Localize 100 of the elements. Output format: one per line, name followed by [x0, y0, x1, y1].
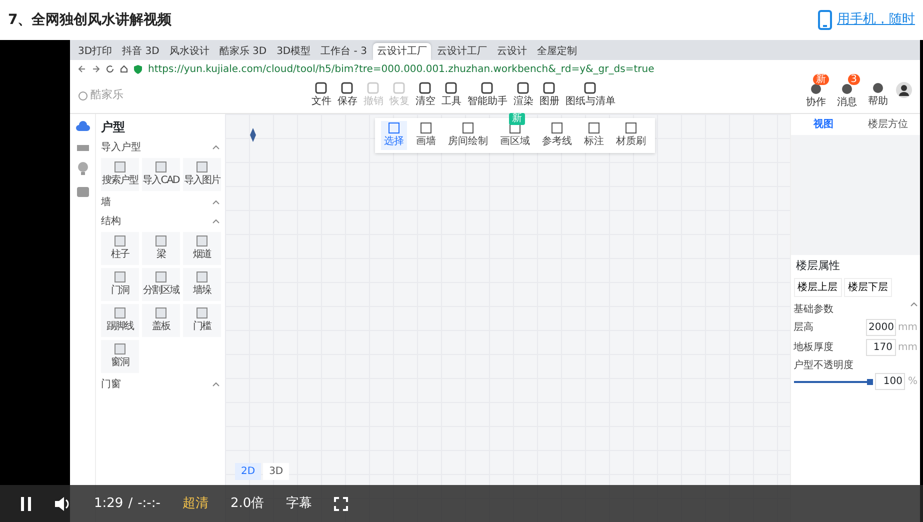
- tool-icon: [445, 82, 458, 94]
- quality-button[interactable]: 超清: [182, 494, 208, 514]
- browser-tab[interactable]: 云设计工厂: [432, 43, 491, 60]
- toolbar-button[interactable]: 图册: [536, 82, 562, 109]
- reload-icon[interactable]: [106, 65, 114, 73]
- home-icon[interactable]: [120, 65, 128, 73]
- mode-tool[interactable]: 新 画区域: [497, 113, 533, 150]
- mode-tool[interactable]: 参考线: [539, 121, 575, 150]
- view-toggle[interactable]: 3D: [263, 463, 290, 480]
- cloud-icon[interactable]: [74, 120, 90, 132]
- browser-tab[interactable]: 云设计: [492, 43, 531, 60]
- forward-icon[interactable]: [92, 65, 100, 73]
- item-icon: [114, 307, 126, 319]
- item-icon: [155, 235, 167, 247]
- browser-tab[interactable]: 全屋定制: [532, 43, 581, 60]
- catalog-item[interactable]: 墙垛: [183, 268, 221, 301]
- mode-tool[interactable]: 画墙: [413, 121, 439, 150]
- catalog-item[interactable]: 窗洞: [101, 340, 139, 373]
- video-title: 7、全网独创风水讲解视频: [8, 10, 172, 30]
- unit-label: mm: [898, 340, 918, 354]
- fullscreen-icon[interactable]: [334, 496, 348, 510]
- avatar-icon[interactable]: [896, 82, 912, 98]
- toolbar-button[interactable]: 图纸与清单: [562, 82, 618, 109]
- account-button[interactable]: 3 消息: [834, 74, 860, 110]
- tool-icon: [872, 82, 884, 94]
- field-label: 户型不透明度: [792, 358, 854, 373]
- tool-icon: [315, 82, 328, 94]
- phone-icon: [818, 10, 832, 30]
- tool-icon: [341, 82, 354, 94]
- chevron-icon[interactable]: [212, 145, 220, 150]
- chevron-icon[interactable]: [212, 219, 220, 224]
- toolbar-button[interactable]: 工具: [438, 82, 464, 109]
- mode-tool[interactable]: 标注: [581, 121, 607, 150]
- mode-tool[interactable]: 房间绘制: [445, 121, 491, 150]
- mode-tool[interactable]: 选择: [381, 121, 407, 150]
- toolbar-button[interactable]: 渲染: [510, 82, 536, 109]
- browser-tab[interactable]: 抖音 3D: [118, 43, 164, 60]
- catalog-item[interactable]: 踢脚线: [101, 304, 139, 337]
- browser-tab[interactable]: 酷家乐 3D: [215, 43, 271, 60]
- mobile-link[interactable]: 用手机，随时: [837, 10, 915, 30]
- badge: 新: [509, 113, 525, 125]
- chevron-icon[interactable]: [212, 382, 220, 387]
- catalog-item[interactable]: 搜索户型: [101, 158, 139, 191]
- catalog-item[interactable]: 导入图片: [183, 158, 221, 191]
- item-icon: [155, 307, 167, 319]
- item-icon: [114, 235, 126, 247]
- view-toggle[interactable]: 2D: [235, 463, 262, 480]
- catalog-item[interactable]: 柱子: [101, 232, 139, 265]
- catalog-item[interactable]: 门槛: [183, 304, 221, 337]
- catalog-item[interactable]: 导入CAD: [142, 158, 180, 191]
- slider-fill[interactable]: [794, 378, 873, 384]
- chevron-icon[interactable]: [910, 302, 918, 306]
- tool-icon: [509, 122, 521, 134]
- browser-tab[interactable]: 工作台 - 3: [316, 43, 371, 60]
- time-separator: /: [128, 494, 133, 513]
- back-icon[interactable]: [78, 65, 86, 73]
- unit-label: %: [908, 375, 918, 389]
- tool-icon: [420, 122, 432, 134]
- section-title: 门窗: [101, 378, 121, 392]
- bulb-icon[interactable]: [76, 162, 88, 176]
- panel-tab[interactable]: 楼层方位: [856, 114, 920, 135]
- speed-button[interactable]: 2.0倍: [230, 494, 264, 514]
- account-button[interactable]: 帮助: [865, 82, 891, 110]
- tool-icon: [551, 122, 563, 134]
- chevron-icon[interactable]: [212, 200, 220, 205]
- catalog-item[interactable]: 梁: [142, 232, 180, 265]
- catalog-item[interactable]: 分割区域: [142, 268, 180, 301]
- item-icon: [196, 161, 208, 173]
- tool-icon: [393, 82, 406, 94]
- browser-tab[interactable]: 3D打印: [74, 43, 116, 60]
- number-field[interactable]: 2000: [866, 319, 896, 336]
- browser-tab[interactable]: 风水设计: [165, 43, 214, 60]
- tool-icon: [588, 122, 600, 134]
- number-field[interactable]: 170: [866, 338, 896, 356]
- floor-button[interactable]: 楼层上层: [794, 278, 842, 296]
- unit-label: mm: [898, 321, 918, 335]
- item-icon: [155, 161, 167, 173]
- browser-tab[interactable]: 云设计工厂: [372, 43, 431, 60]
- field-label: 层高: [794, 320, 814, 335]
- catalog-item[interactable]: 盖板: [142, 304, 180, 337]
- mode-tool[interactable]: 材质刷: [613, 121, 649, 150]
- cabinet-icon[interactable]: [76, 186, 90, 198]
- floor-button[interactable]: 楼层下层: [844, 278, 892, 296]
- catalog-item[interactable]: 门洞: [101, 268, 139, 301]
- toolbar-button[interactable]: 保存: [334, 82, 360, 109]
- item-icon: [196, 235, 208, 247]
- sofa-icon[interactable]: [76, 142, 90, 152]
- browser-tab[interactable]: 3D模型: [272, 43, 315, 60]
- toolbar-button[interactable]: 清空: [412, 82, 438, 109]
- toolbar-button[interactable]: 文件: [308, 82, 334, 109]
- toolbar-button[interactable]: 智能助手: [464, 82, 510, 109]
- shield-icon: [134, 64, 142, 74]
- catalog-item[interactable]: 烟道: [183, 232, 221, 265]
- panel-title: 户型: [101, 119, 126, 136]
- duration-label: -:-:-: [138, 494, 160, 513]
- tool-icon: [517, 82, 530, 94]
- subtitles-button[interactable]: 字幕: [286, 494, 312, 514]
- number-field[interactable]: 100: [875, 373, 906, 390]
- pause-button[interactable]: [20, 496, 32, 510]
- account-button[interactable]: 新 协作: [803, 74, 829, 110]
